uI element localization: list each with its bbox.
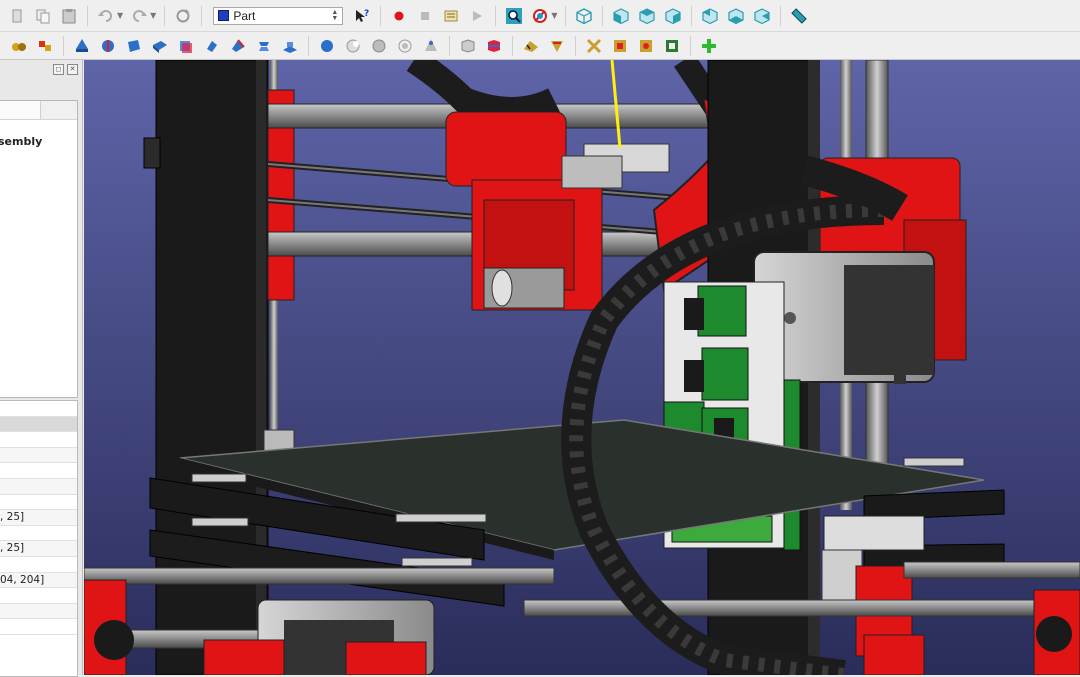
view-top-icon[interactable] bbox=[637, 6, 657, 26]
record-macro-icon[interactable] bbox=[389, 6, 409, 26]
edit-macro-icon[interactable] bbox=[441, 6, 461, 26]
boolean-icon[interactable] bbox=[343, 36, 363, 56]
measure-refresh-icon[interactable] bbox=[662, 36, 682, 56]
property-row[interactable] bbox=[0, 416, 77, 433]
property-row[interactable]: , 25] bbox=[0, 541, 77, 557]
draw-style-icon[interactable] bbox=[530, 6, 550, 26]
property-row[interactable] bbox=[0, 463, 77, 479]
fit-all-icon[interactable] bbox=[504, 6, 524, 26]
view-rear-icon[interactable] bbox=[700, 6, 720, 26]
tree-view[interactable]: sembly bbox=[0, 100, 78, 398]
run-macro-icon[interactable] bbox=[467, 6, 487, 26]
tree-header-tab[interactable] bbox=[0, 101, 41, 119]
torus-icon[interactable] bbox=[124, 36, 144, 56]
combo-view-panel: ◻ ✕ sembly , 25] , 25] 04, 204] bbox=[0, 60, 83, 677]
part-toolbar bbox=[0, 32, 1080, 60]
add-icon[interactable] bbox=[699, 36, 719, 56]
revolve-icon[interactable] bbox=[228, 36, 248, 56]
fillet-icon[interactable] bbox=[280, 36, 300, 56]
view-bottom-icon[interactable] bbox=[726, 6, 746, 26]
main-toolbar: ▼ ▼ Part ▲ ▼ ? ▼ bbox=[0, 0, 1080, 32]
float-icon[interactable]: ◻ bbox=[53, 64, 64, 75]
measure-linear-icon[interactable] bbox=[610, 36, 630, 56]
view-isometric-icon[interactable] bbox=[574, 6, 594, 26]
property-row[interactable] bbox=[0, 401, 77, 417]
cut-icon[interactable] bbox=[369, 36, 389, 56]
tree-item-assembly[interactable]: sembly bbox=[0, 135, 42, 148]
redo-dropdown-icon[interactable]: ▼ bbox=[150, 11, 156, 20]
cylinder-icon[interactable] bbox=[35, 36, 55, 56]
measure-angular-icon[interactable] bbox=[636, 36, 656, 56]
svg-text:?: ? bbox=[364, 9, 369, 19]
common-icon[interactable] bbox=[421, 36, 441, 56]
fuse-icon[interactable] bbox=[395, 36, 415, 56]
workbench-selector[interactable]: Part ▲ ▼ bbox=[213, 6, 344, 25]
draw-style-dropdown-icon[interactable]: ▼ bbox=[551, 11, 557, 20]
view-right-icon[interactable] bbox=[663, 6, 683, 26]
shape-builder-icon[interactable] bbox=[176, 36, 196, 56]
property-row[interactable]: , 25] bbox=[0, 510, 77, 526]
3d-viewport[interactable] bbox=[84, 60, 1080, 675]
paste-icon[interactable] bbox=[59, 6, 79, 26]
property-row[interactable] bbox=[0, 619, 77, 635]
property-row[interactable]: 04, 204] bbox=[0, 572, 77, 589]
property-row[interactable] bbox=[0, 526, 77, 542]
y-rod-bottom[interactable] bbox=[84, 567, 555, 585]
property-row[interactable] bbox=[0, 603, 77, 620]
copy-icon[interactable] bbox=[33, 6, 53, 26]
cone-icon[interactable] bbox=[98, 36, 118, 56]
chevron-updown-icon: ▲ ▼ bbox=[331, 8, 339, 22]
chamfer-icon[interactable] bbox=[317, 36, 337, 56]
measure-icon[interactable] bbox=[789, 6, 809, 26]
property-row[interactable] bbox=[0, 432, 77, 448]
property-row[interactable] bbox=[0, 588, 77, 604]
sphere-icon[interactable] bbox=[72, 36, 92, 56]
mirror-icon[interactable] bbox=[254, 36, 274, 56]
refresh-icon[interactable] bbox=[173, 6, 193, 26]
endstop-switch[interactable] bbox=[823, 515, 925, 551]
property-row[interactable] bbox=[0, 495, 77, 511]
extruder-carriage[interactable] bbox=[445, 111, 567, 187]
property-row[interactable] bbox=[0, 557, 77, 573]
property-row[interactable] bbox=[0, 447, 77, 464]
whats-this-icon[interactable]: ? bbox=[352, 6, 372, 26]
tree-header bbox=[0, 101, 77, 120]
section-icon[interactable] bbox=[458, 36, 478, 56]
property-row[interactable] bbox=[0, 478, 77, 495]
undo-dropdown-icon[interactable]: ▼ bbox=[117, 11, 123, 20]
property-view[interactable]: , 25] , 25] 04, 204] bbox=[0, 400, 78, 677]
extrude-icon[interactable] bbox=[202, 36, 222, 56]
undo-icon[interactable] bbox=[96, 6, 116, 26]
stop-macro-icon[interactable] bbox=[415, 6, 435, 26]
check-geometry-icon[interactable] bbox=[584, 36, 604, 56]
primitives-icon[interactable] bbox=[150, 36, 170, 56]
cross-section-icon[interactable] bbox=[484, 36, 504, 56]
box-icon[interactable] bbox=[9, 36, 29, 56]
view-front-icon[interactable] bbox=[611, 6, 631, 26]
part-cube-icon bbox=[218, 10, 230, 21]
workbench-selector-label: Part bbox=[233, 8, 256, 23]
thickness-icon[interactable] bbox=[547, 36, 567, 56]
offset-icon[interactable] bbox=[521, 36, 541, 56]
close-icon[interactable]: ✕ bbox=[67, 64, 78, 75]
redo-icon[interactable] bbox=[129, 6, 149, 26]
dock-buttons: ◻ ✕ bbox=[53, 64, 78, 75]
view-left-icon[interactable] bbox=[752, 6, 772, 26]
cut-icon[interactable] bbox=[7, 6, 27, 26]
